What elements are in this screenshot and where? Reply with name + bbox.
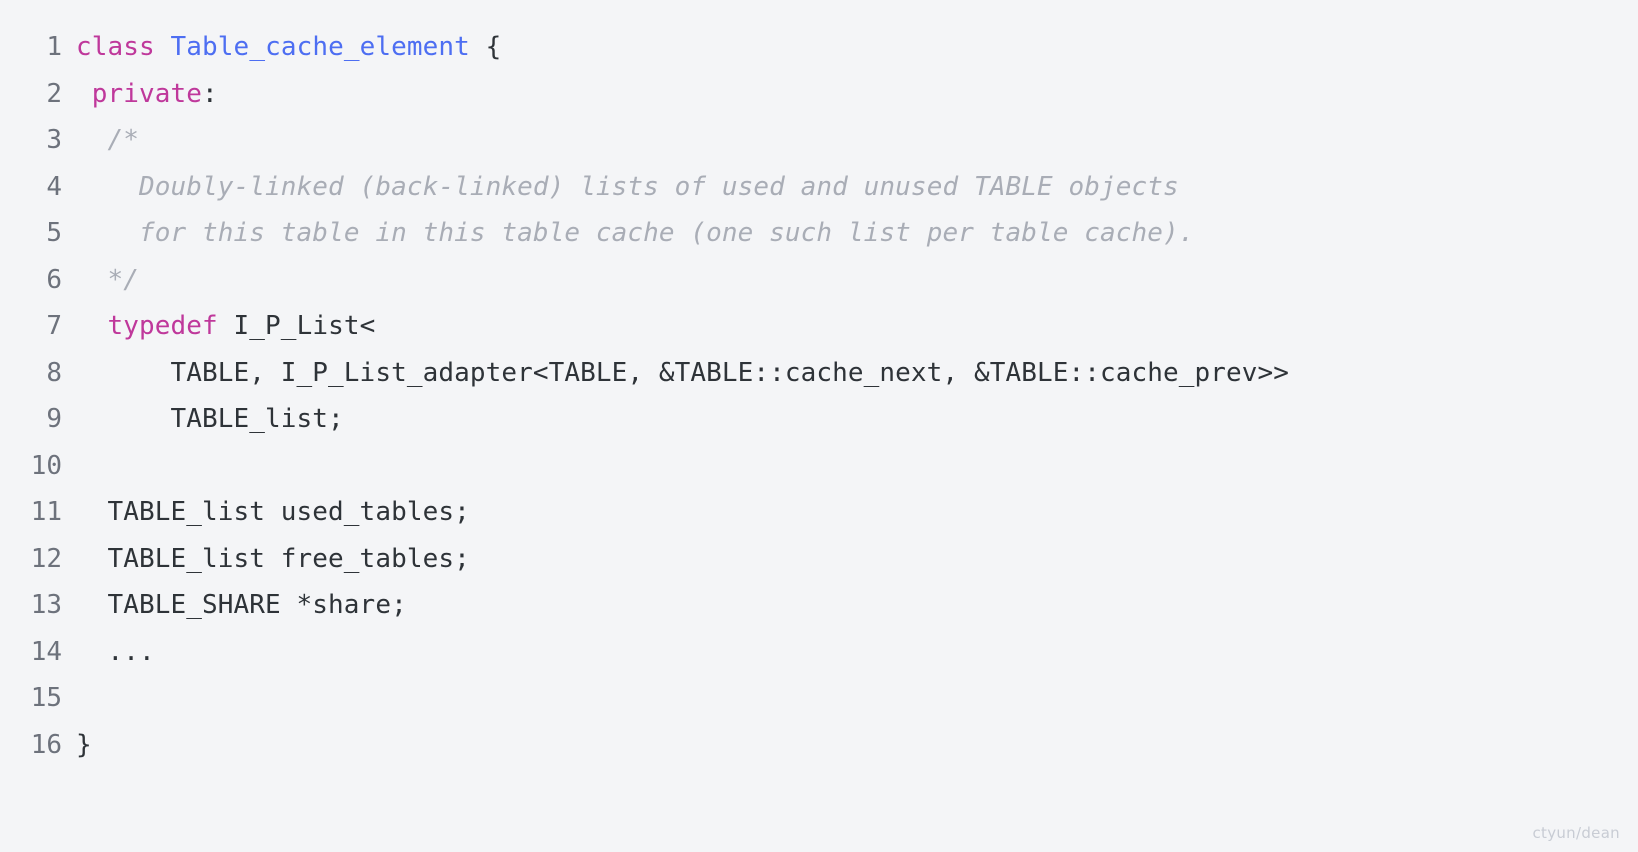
code-line[interactable]: 15 ​ [0, 675, 1638, 722]
code-line[interactable]: 7 typedef I_P_List< [0, 303, 1638, 350]
code-line[interactable]: 1 class Table_cache_element { [0, 24, 1638, 71]
code-line[interactable]: 6 */ [0, 257, 1638, 304]
line-number: 12 [30, 543, 62, 574]
code-line[interactable]: 13 TABLE_SHARE *share; [0, 582, 1638, 629]
token-type: Table_cache_element [170, 32, 470, 62]
line-number: 15 [30, 683, 62, 713]
line-content[interactable]: TABLE, I_P_List_adapter<TABLE, &TABLE::c… [76, 350, 1638, 397]
token-punct: } [76, 729, 92, 760]
line-content[interactable]: for this table in this table cache (one … [76, 210, 1638, 257]
token-comment: Doubly-linked (back-linked) lists of use… [107, 171, 1179, 202]
line-content[interactable]: } [76, 722, 1638, 769]
code-viewer: 1 class Table_cache_element {2 private: 3 … [0, 0, 1638, 852]
token-plain: TABLE_list used_tables; [76, 497, 470, 527]
line-number: 4 [46, 171, 62, 202]
token-punct: : [202, 78, 218, 109]
token-keyword: class [76, 32, 155, 62]
line-content[interactable]: TABLE_list used_tables; [76, 489, 1638, 536]
line-content[interactable]: /* [76, 117, 1638, 164]
token-plain: I_P_List< [217, 311, 376, 341]
line-number: 8 [46, 357, 62, 388]
token-punct: { [469, 32, 502, 62]
code-line[interactable]: 11 TABLE_list used_tables; [0, 489, 1638, 536]
code-line[interactable]: 8 TABLE, I_P_List_adapter<TABLE, &TABLE:… [0, 350, 1638, 397]
line-content[interactable]: */ [76, 257, 1638, 304]
token-comment: /* [107, 125, 140, 155]
line-content[interactable]: TABLE_list free_tables; [76, 536, 1638, 583]
token-keyword: typedef [107, 311, 218, 341]
line-number: 5 [46, 218, 62, 248]
line-number: 1 [46, 32, 62, 62]
code-line[interactable]: 5 for this table in this table cache (on… [0, 210, 1638, 257]
line-number: 11 [30, 497, 62, 527]
code-line[interactable]: 9 TABLE_list; [0, 396, 1638, 443]
code-line[interactable]: 3 /* [0, 117, 1638, 164]
line-number: 9 [46, 404, 62, 434]
watermark-label: ctyun/dean [1532, 824, 1620, 842]
line-content[interactable]: TABLE_SHARE *share; [76, 582, 1638, 629]
token-comment: for this table in this table cache (one … [107, 218, 1195, 248]
code-line[interactable]: 10 ​ [0, 443, 1638, 490]
line-content[interactable]: class Table_cache_element { [76, 24, 1638, 71]
code-line[interactable]: 14 ... [0, 629, 1638, 676]
line-number: 10 [30, 450, 62, 481]
line-number: 2 [46, 78, 62, 109]
token-plain: TABLE, I_P_List_adapter<TABLE, &TABLE::c… [76, 357, 1290, 388]
token-plain: TABLE_list; [76, 404, 344, 434]
code-line[interactable]: 4 Doubly-linked (back-linked) lists of u… [0, 164, 1638, 211]
line-content[interactable]: ​ [76, 443, 1638, 490]
token-plain: TABLE_list free_tables; [76, 543, 470, 574]
line-content[interactable]: private: [76, 71, 1638, 118]
token-comment: */ [107, 264, 140, 295]
token-plain: TABLE_SHARE *share; [76, 590, 407, 620]
token-keyword: private [91, 78, 203, 109]
token-plain: ... [76, 636, 155, 667]
line-number: 14 [30, 636, 62, 667]
line-number: 3 [46, 125, 62, 155]
line-number: 16 [30, 729, 62, 760]
code-line[interactable]: 12 TABLE_list free_tables; [0, 536, 1638, 583]
code-line[interactable]: 2 private: [0, 71, 1638, 118]
code-line[interactable]: 16} [0, 722, 1638, 769]
line-content[interactable]: typedef I_P_List< [76, 303, 1638, 350]
code-block[interactable]: 1 class Table_cache_element {2 private: 3 … [0, 24, 1638, 768]
line-number: 13 [30, 590, 62, 620]
line-content[interactable]: Doubly-linked (back-linked) lists of use… [76, 164, 1638, 211]
line-content[interactable]: TABLE_list; [76, 396, 1638, 443]
line-content[interactable]: ... [76, 629, 1638, 676]
line-number: 6 [46, 264, 62, 295]
line-number: 7 [46, 311, 62, 341]
line-content[interactable]: ​ [76, 675, 1638, 722]
